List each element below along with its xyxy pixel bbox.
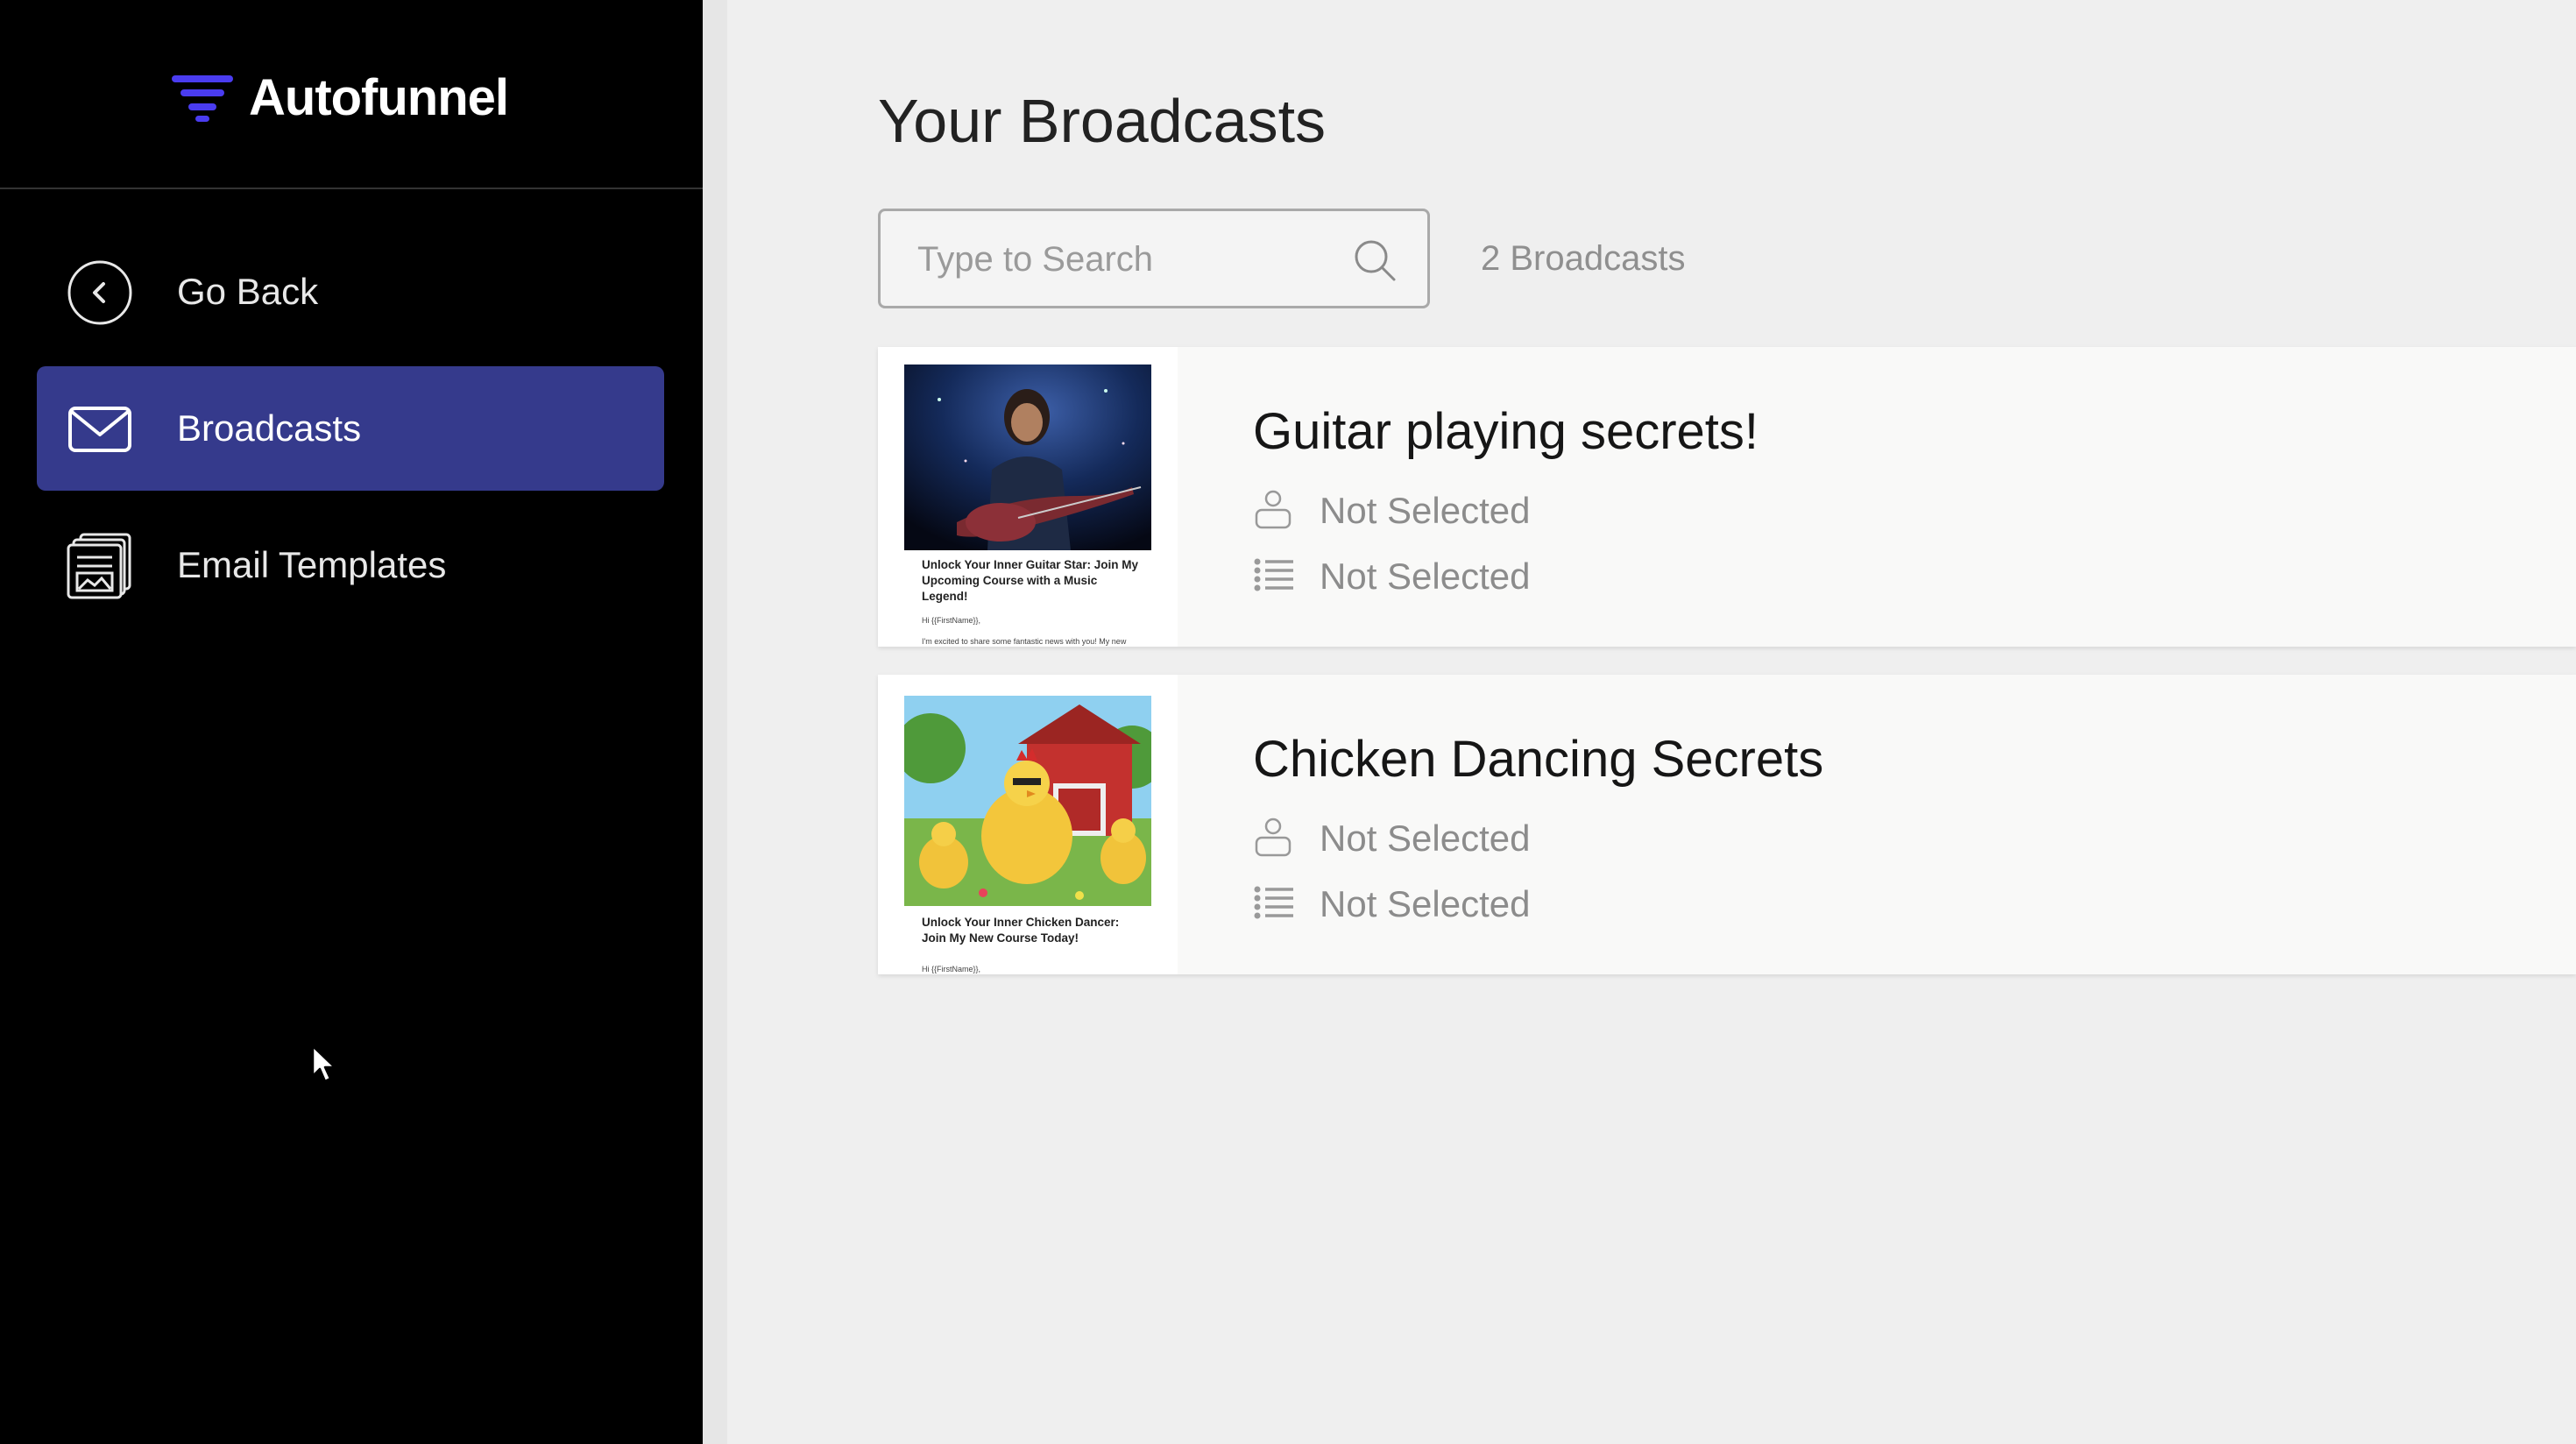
page-title: Your Broadcasts [878,87,1327,155]
sidebar-item-email-templates[interactable]: Email Templates [37,503,664,627]
broadcast-card[interactable]: Unlock Your Inner Guitar Star: Join My U… [878,347,2576,647]
brand-header: Autofunnel [0,0,703,189]
search-box[interactable] [878,209,1430,308]
broadcast-title[interactable]: Guitar playing secrets! [1253,401,1759,463]
thumbnail-greeting: Hi {{FirstName}}, [922,965,981,973]
envelope-icon [68,407,131,452]
search-input[interactable] [916,211,1340,308]
list-value: Not Selected [1320,883,1531,924]
list-icon [1254,886,1293,919]
mouse-cursor-icon [311,1044,336,1083]
sidebar-item-label: Go Back [177,271,319,312]
email-templates-icon [67,533,131,599]
email-thumbnail: Unlock Your Inner Chicken Dancer: Join M… [878,675,1178,974]
list-value: Not Selected [1320,556,1531,597]
thumbnail-greeting: Hi {{FirstName}}, [922,616,981,625]
sidebar: Autofunnel Go Back Broadcasts Email Temp… [0,0,703,1444]
user-icon [1255,490,1292,529]
thumbnail-heading: Unlock Your Inner Guitar Star: Join My U… [922,558,1139,603]
thumbnail-heading: Unlock Your Inner Chicken Dancer: Join M… [922,916,1120,945]
dancing-chickens-image [904,696,1151,906]
sidebar-item-label: Email Templates [177,544,447,585]
guitarist-image [904,365,1151,550]
broadcast-title[interactable]: Chicken Dancing Secrets [1253,729,1823,790]
broadcast-count: 2 Broadcasts [1481,239,1686,278]
sidebar-item-label: Broadcasts [177,407,362,449]
list-icon [1254,558,1293,591]
search-icon[interactable] [1352,237,1398,283]
audience-value: Not Selected [1320,490,1531,531]
user-icon [1255,818,1292,857]
email-thumbnail: Unlock Your Inner Guitar Star: Join My U… [878,347,1178,647]
sidebar-item-broadcasts[interactable]: Broadcasts [37,366,664,491]
sidebar-item-go-back[interactable]: Go Back [37,230,664,354]
broadcast-card[interactable]: Unlock Your Inner Chicken Dancer: Join M… [878,675,2576,974]
sidebar-divider [703,0,727,1444]
audience-value: Not Selected [1320,818,1531,859]
thumbnail-body: I'm excited to share some fantastic news… [922,637,1127,646]
funnel-logo-icon [172,75,233,122]
chevron-left-circle-icon [67,260,132,325]
brand-name: Autofunnel [249,69,509,126]
